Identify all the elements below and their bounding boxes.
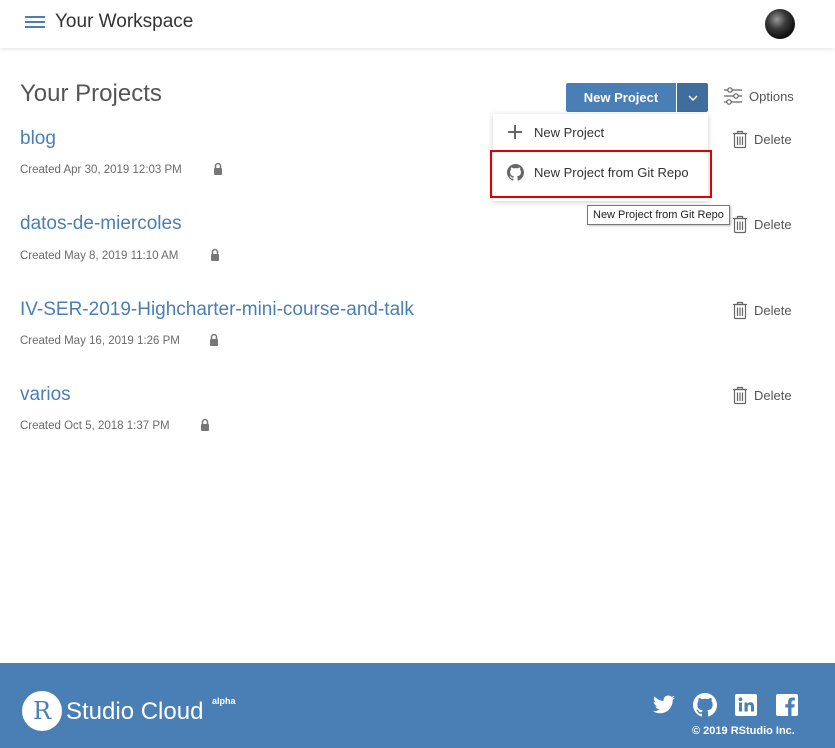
menu-item-label: New Project from Git Repo	[534, 164, 689, 180]
delete-button[interactable]: Delete	[732, 386, 792, 405]
trash-icon	[733, 301, 747, 320]
lock-icon	[210, 333, 218, 346]
delete-label: Delete	[754, 303, 792, 318]
options-button[interactable]: Options	[723, 87, 794, 105]
lock-icon	[201, 418, 209, 431]
tooltip: New Project from Git Repo	[587, 205, 730, 225]
rstudio-logo-icon: R	[22, 691, 62, 731]
delete-button[interactable]: Delete	[732, 130, 792, 149]
user-avatar[interactable]	[765, 9, 795, 39]
github-icon	[506, 163, 524, 181]
project-created-date: Created Oct 5, 2018 1:37 PM	[20, 420, 170, 432]
plus-icon	[506, 123, 524, 141]
page-title: Your Projects	[20, 80, 162, 107]
project-name-iv-ser-2019[interactable]: IV-SER-2019-Highcharter-mini-course-and-…	[20, 299, 414, 321]
project-created-date: Created Apr 30, 2019 12:03 PM	[20, 164, 182, 176]
logo-alpha-badge: alpha	[212, 696, 236, 706]
workspace-title: Your Workspace	[55, 11, 194, 32]
delete-button[interactable]: Delete	[732, 301, 792, 320]
facebook-icon[interactable]	[775, 693, 799, 717]
project-created-date: Created May 8, 2019 11:10 AM	[20, 250, 179, 262]
new-project-dropdown-menu: New Project New Project from Git Repo	[493, 114, 708, 201]
delete-button[interactable]: Delete	[732, 215, 792, 234]
project-name-datos-de-miercoles[interactable]: datos-de-miercoles	[20, 213, 182, 235]
hamburger-menu-icon[interactable]	[25, 16, 45, 29]
new-project-dropdown-toggle[interactable]	[677, 83, 708, 112]
github-icon[interactable]	[693, 693, 717, 717]
options-label: Options	[749, 88, 794, 104]
delete-label: Delete	[754, 217, 792, 232]
trash-icon	[733, 130, 747, 149]
delete-label: Delete	[754, 388, 792, 403]
linkedin-icon[interactable]	[734, 693, 758, 717]
trash-icon	[733, 386, 747, 405]
menu-item-label: New Project	[534, 124, 605, 140]
menu-item-new-project-from-git[interactable]: New Project from Git Repo	[493, 154, 708, 190]
logo-text: Studio Cloud	[66, 698, 204, 725]
sliders-icon	[724, 87, 742, 105]
chevron-down-icon	[688, 95, 697, 101]
menu-item-new-project[interactable]: New Project	[493, 114, 708, 150]
project-name-blog[interactable]: blog	[20, 128, 56, 150]
new-project-button-group: New Project	[566, 83, 708, 112]
project-name-varios[interactable]: varios	[20, 384, 71, 406]
project-created-date: Created May 16, 2019 1:26 PM	[20, 335, 180, 347]
new-project-button[interactable]: New Project	[566, 83, 676, 112]
trash-icon	[733, 215, 747, 234]
lock-icon	[214, 162, 222, 175]
delete-label: Delete	[754, 132, 792, 147]
lock-icon	[211, 248, 219, 261]
twitter-icon[interactable]	[652, 693, 676, 717]
copyright-text: © 2019 RStudio Inc.	[692, 725, 795, 737]
footer: R Studio Cloud alpha © 2019 RStudio Inc.	[0, 663, 835, 748]
top-bar: Your Workspace	[0, 0, 835, 48]
